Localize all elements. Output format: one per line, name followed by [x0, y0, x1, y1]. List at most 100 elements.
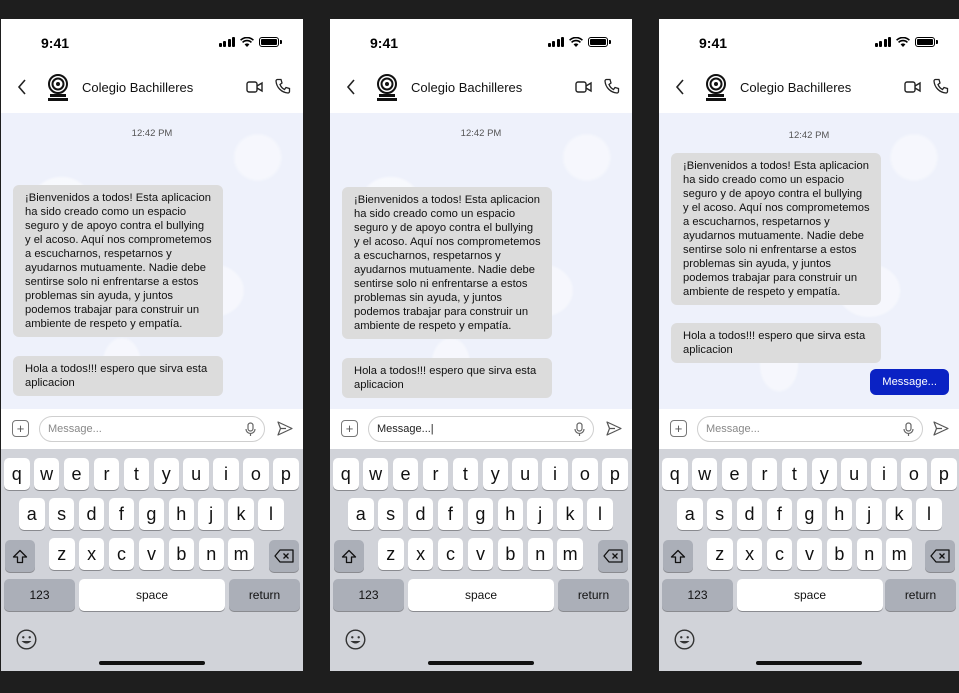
shift-key[interactable]: [5, 540, 35, 572]
key-y[interactable]: y: [482, 458, 508, 490]
key-q[interactable]: q: [662, 458, 688, 490]
key-v[interactable]: v: [796, 538, 823, 570]
key-e[interactable]: e: [63, 458, 90, 490]
microphone-icon[interactable]: [902, 422, 915, 437]
numbers-key[interactable]: 123: [4, 579, 75, 611]
plus-icon[interactable]: +: [670, 420, 687, 437]
contact-name[interactable]: Colegio Bachilleres: [740, 80, 851, 95]
incoming-message[interactable]: ¡Bienvenidos a todos! Esta aplicacion ha…: [13, 185, 223, 337]
shift-key[interactable]: [663, 540, 693, 572]
return-key[interactable]: return: [885, 579, 956, 611]
key-h[interactable]: h: [497, 498, 523, 530]
key-l[interactable]: l: [587, 498, 613, 530]
microphone-icon[interactable]: [244, 422, 257, 437]
space-key[interactable]: space: [79, 579, 225, 611]
chat-messages-area[interactable]: 12:42 PM ¡Bienvenidos a todos! Esta apli…: [1, 113, 303, 409]
send-icon[interactable]: [277, 421, 293, 436]
key-d[interactable]: d: [78, 498, 105, 530]
home-indicator[interactable]: [428, 661, 534, 665]
key-m[interactable]: m: [228, 538, 254, 570]
key-t[interactable]: t: [452, 458, 479, 490]
home-indicator[interactable]: [756, 661, 862, 665]
plus-icon[interactable]: +: [341, 420, 358, 437]
key-d[interactable]: d: [736, 498, 763, 530]
return-key[interactable]: return: [558, 579, 629, 611]
key-d[interactable]: d: [407, 498, 434, 530]
space-key[interactable]: space: [737, 579, 883, 611]
key-n[interactable]: n: [527, 538, 553, 570]
key-z[interactable]: z: [49, 538, 75, 570]
key-r[interactable]: r: [751, 458, 778, 490]
microphone-icon[interactable]: [573, 422, 586, 437]
key-t[interactable]: t: [781, 458, 808, 490]
key-o[interactable]: o: [243, 458, 269, 490]
key-v[interactable]: v: [467, 538, 494, 570]
key-x[interactable]: x: [78, 538, 105, 570]
incoming-message[interactable]: ¡Bienvenidos a todos! Esta aplicacion ha…: [342, 187, 552, 339]
video-call-icon[interactable]: [575, 80, 592, 94]
back-chevron-icon[interactable]: [673, 77, 687, 97]
chat-messages-area[interactable]: 12:42 PM ¡Bienvenidos a todos! Esta apli…: [330, 113, 632, 409]
back-chevron-icon[interactable]: [344, 77, 358, 97]
key-l[interactable]: l: [916, 498, 942, 530]
key-w[interactable]: w: [691, 458, 718, 490]
key-z[interactable]: z: [378, 538, 404, 570]
key-g[interactable]: g: [138, 498, 165, 530]
emoji-icon[interactable]: [674, 629, 695, 650]
key-e[interactable]: e: [721, 458, 748, 490]
key-b[interactable]: b: [168, 538, 195, 570]
key-p[interactable]: p: [602, 458, 628, 490]
numbers-key[interactable]: 123: [333, 579, 404, 611]
numbers-key[interactable]: 123: [662, 579, 733, 611]
key-j[interactable]: j: [856, 498, 882, 530]
key-y[interactable]: y: [153, 458, 179, 490]
backspace-key[interactable]: [269, 540, 299, 572]
key-c[interactable]: c: [437, 538, 464, 570]
key-a[interactable]: a: [677, 498, 703, 530]
key-u[interactable]: u: [841, 458, 867, 490]
backspace-key[interactable]: [925, 540, 955, 572]
key-c[interactable]: c: [108, 538, 135, 570]
send-icon[interactable]: [606, 421, 622, 436]
plus-icon[interactable]: +: [12, 420, 29, 437]
key-h[interactable]: h: [168, 498, 194, 530]
key-y[interactable]: y: [811, 458, 837, 490]
key-v[interactable]: v: [138, 538, 165, 570]
incoming-message[interactable]: Hola a todos!!! espero que sirva esta ap…: [671, 323, 881, 363]
key-x[interactable]: x: [407, 538, 434, 570]
key-m[interactable]: m: [557, 538, 583, 570]
phone-call-icon[interactable]: [604, 78, 620, 94]
key-u[interactable]: u: [512, 458, 538, 490]
key-q[interactable]: q: [4, 458, 30, 490]
key-f[interactable]: f: [437, 498, 464, 530]
video-call-icon[interactable]: [246, 80, 263, 94]
outgoing-message[interactable]: Message...: [870, 369, 949, 395]
key-h[interactable]: h: [826, 498, 852, 530]
key-j[interactable]: j: [527, 498, 553, 530]
contact-name[interactable]: Colegio Bachilleres: [82, 80, 193, 95]
key-c[interactable]: c: [766, 538, 793, 570]
key-b[interactable]: b: [497, 538, 524, 570]
key-m[interactable]: m: [886, 538, 912, 570]
key-k[interactable]: k: [886, 498, 912, 530]
key-i[interactable]: i: [871, 458, 897, 490]
return-key[interactable]: return: [229, 579, 300, 611]
key-t[interactable]: t: [123, 458, 150, 490]
key-f[interactable]: f: [108, 498, 135, 530]
key-o[interactable]: o: [901, 458, 927, 490]
key-e[interactable]: e: [392, 458, 419, 490]
phone-call-icon[interactable]: [933, 78, 949, 94]
incoming-message[interactable]: Hola a todos!!! espero que sirva esta ap…: [342, 358, 552, 398]
key-n[interactable]: n: [198, 538, 224, 570]
key-i[interactable]: i: [542, 458, 568, 490]
key-x[interactable]: x: [736, 538, 763, 570]
message-input[interactable]: Message...: [697, 416, 923, 442]
key-w[interactable]: w: [362, 458, 389, 490]
message-input[interactable]: Message...: [39, 416, 265, 442]
key-o[interactable]: o: [572, 458, 598, 490]
key-b[interactable]: b: [826, 538, 853, 570]
incoming-message[interactable]: Hola a todos!!! espero que sirva esta ap…: [13, 356, 223, 396]
key-a[interactable]: a: [348, 498, 374, 530]
key-s[interactable]: s: [48, 498, 75, 530]
back-chevron-icon[interactable]: [15, 77, 29, 97]
